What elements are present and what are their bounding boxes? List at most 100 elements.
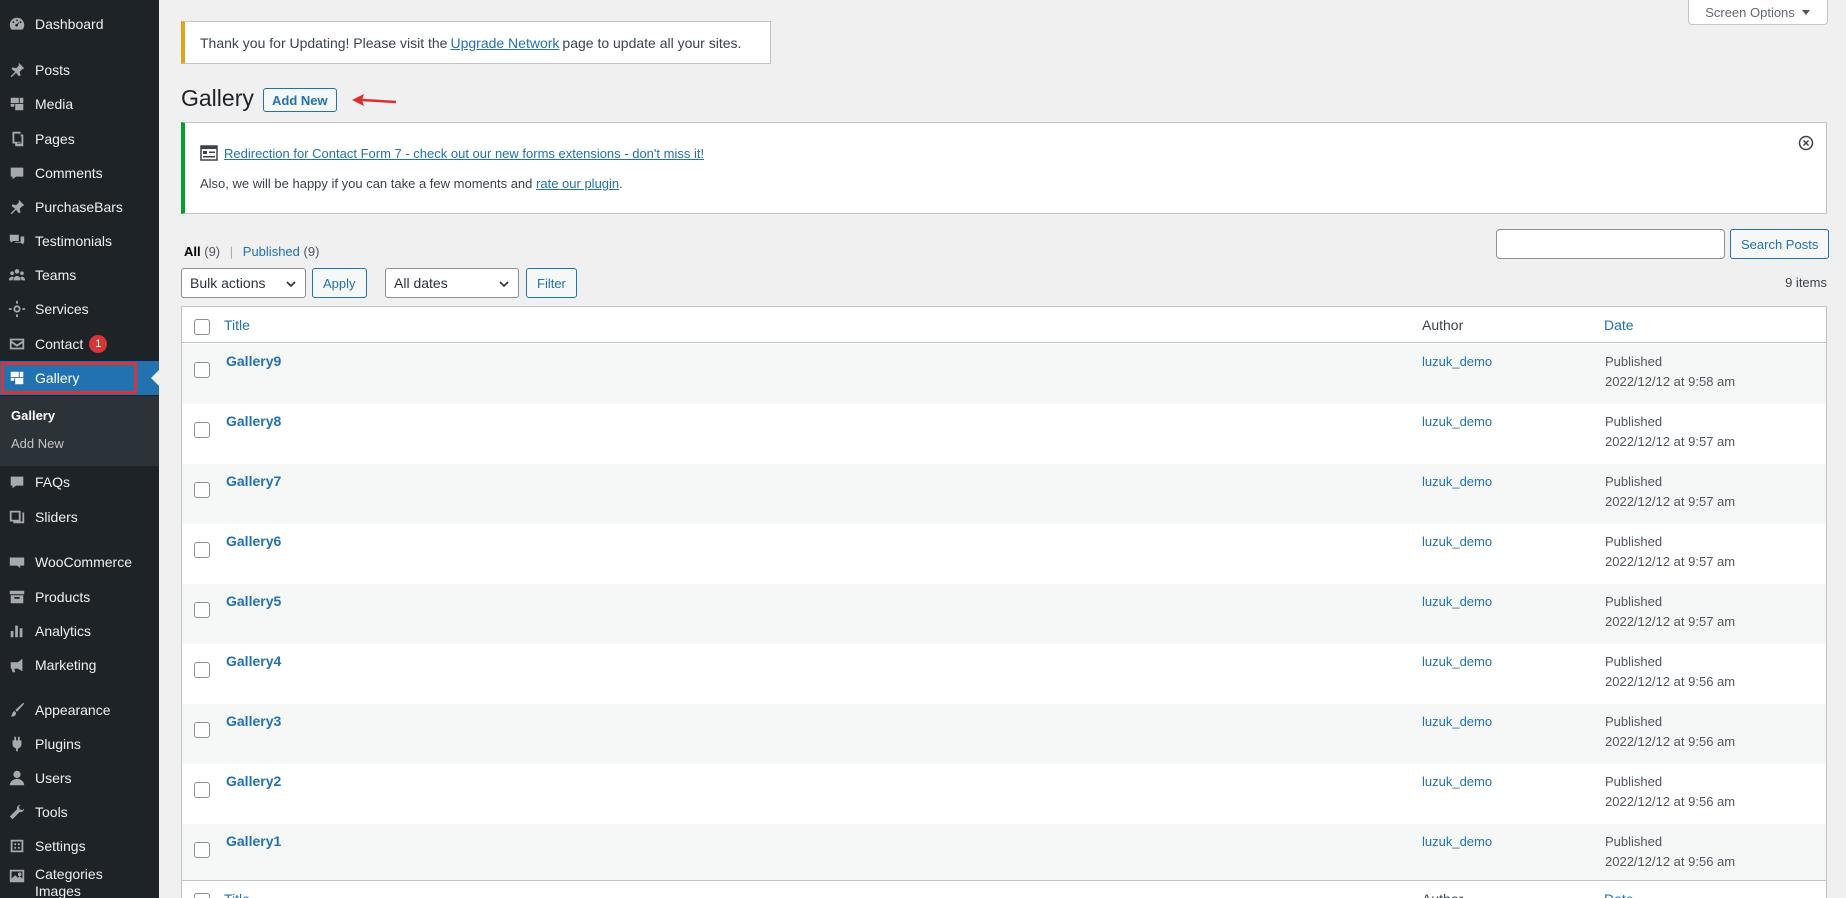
envelope-icon [7, 334, 27, 354]
rate-plugin-link[interactable]: rate our plugin [536, 176, 619, 191]
row-title-link[interactable]: Gallery9 [226, 353, 281, 369]
menu-faqs[interactable]: FAQs [0, 465, 159, 499]
select-all-checkbox[interactable] [194, 319, 210, 335]
row-checkbox[interactable] [194, 422, 210, 438]
row-checkbox[interactable] [194, 842, 210, 858]
row-title-link[interactable]: Gallery5 [226, 593, 281, 609]
row-date: 2022/12/12 at 9:57 am [1605, 494, 1736, 509]
row-status: Published [1605, 774, 1663, 789]
row-checkbox[interactable] [194, 362, 210, 378]
pin-icon [7, 60, 27, 80]
view-published-label: Published [242, 244, 300, 259]
menu-teams[interactable]: Teams [0, 258, 159, 292]
menu-settings[interactable]: Settings [0, 829, 159, 863]
plugin-notice-headline: Redirection for Contact Form 7 - check o… [200, 145, 704, 161]
menu-gallery[interactable]: Gallery [0, 361, 159, 395]
menu-products[interactable]: Products [0, 580, 159, 614]
row-author-link[interactable]: luzuk_demo [1422, 714, 1492, 729]
column-title[interactable]: Title [224, 317, 250, 333]
menu-users[interactable]: Users [0, 761, 159, 795]
apply-button[interactable]: Apply [312, 268, 367, 298]
menu-dashboard[interactable]: Dashboard [0, 7, 159, 41]
close-icon[interactable] [1798, 135, 1814, 151]
menu-analytics[interactable]: Analytics [0, 614, 159, 648]
row-author-link[interactable]: luzuk_demo [1422, 594, 1492, 609]
menu-label: Media [35, 96, 74, 112]
view-all-count: (9) [204, 244, 221, 259]
row-author-link[interactable]: luzuk_demo [1422, 354, 1492, 369]
row-status: Published [1605, 534, 1663, 549]
menu-label: Users [35, 770, 72, 786]
menu-comments[interactable]: Comments [0, 156, 159, 190]
view-all-link[interactable]: All [184, 244, 201, 259]
row-author-link[interactable]: luzuk_demo [1422, 474, 1492, 489]
row-checkbox[interactable] [194, 602, 210, 618]
menu-media[interactable]: Media [0, 87, 159, 121]
dates-select[interactable]: All dates [385, 268, 519, 298]
row-author-link[interactable]: luzuk_demo [1422, 414, 1492, 429]
settings-icon [7, 836, 27, 856]
bulk-actions-select[interactable]: Bulk actions [181, 268, 306, 298]
row-checkbox[interactable] [194, 782, 210, 798]
row-title-link[interactable]: Gallery6 [226, 533, 281, 549]
menu-plugins[interactable]: Plugins [0, 727, 159, 761]
row-title-link[interactable]: Gallery4 [226, 653, 281, 669]
upgrade-network-link[interactable]: Upgrade Network [450, 35, 559, 51]
row-checkbox[interactable] [194, 722, 210, 738]
row-author-link[interactable]: luzuk_demo [1422, 654, 1492, 669]
menu-categories-images[interactable]: Categories Images [0, 866, 159, 898]
add-new-button[interactable]: Add New [263, 88, 337, 112]
row-author-link[interactable]: luzuk_demo [1422, 834, 1492, 849]
menu-pages[interactable]: Pages [0, 122, 159, 156]
row-checkbox[interactable] [194, 542, 210, 558]
menu-woocommerce[interactable]: WooCommerce [0, 545, 159, 579]
menu-label: Settings [35, 838, 86, 854]
row-title-link[interactable]: Gallery3 [226, 713, 281, 729]
table-row: Gallery2 luzuk_demo Published 2022/12/12… [182, 764, 1826, 824]
table-row: Gallery5 luzuk_demo Published 2022/12/12… [182, 584, 1826, 644]
row-date: 2022/12/12 at 9:57 am [1605, 614, 1736, 629]
row-checkbox[interactable] [194, 482, 210, 498]
submenu-gallery[interactable]: Gallery [11, 408, 55, 423]
row-date: 2022/12/12 at 9:56 am [1605, 794, 1736, 809]
menu-testimonials[interactable]: Testimonials [0, 224, 159, 258]
menu-label: PurchaseBars [35, 199, 123, 215]
row-date: 2022/12/12 at 9:56 am [1605, 854, 1736, 869]
menu-contact[interactable]: Contact 1 [0, 327, 159, 361]
gallery-icon [7, 368, 27, 388]
column-title-footer[interactable]: Title [224, 891, 250, 898]
menu-tools[interactable]: Tools [0, 795, 159, 829]
menu-label: Appearance [35, 702, 111, 718]
view-published-link[interactable]: Published [243, 244, 300, 259]
screen-options-button[interactable]: Screen Options [1688, 0, 1828, 25]
testimonial-icon [7, 231, 27, 251]
submenu-add-new[interactable]: Add New [11, 436, 64, 451]
plugin-notice-period: . [619, 176, 623, 191]
column-date-footer[interactable]: Date [1604, 891, 1634, 898]
select-all-checkbox-footer[interactable] [194, 893, 210, 898]
row-checkbox[interactable] [194, 662, 210, 678]
chevron-down-icon [286, 281, 296, 288]
view-all-label: All [184, 244, 201, 259]
menu-posts[interactable]: Posts [0, 53, 159, 87]
menu-label: Testimonials [35, 233, 113, 249]
filter-button[interactable]: Filter [526, 268, 577, 298]
search-posts-button[interactable]: Search Posts [1730, 229, 1830, 259]
row-author-link[interactable]: luzuk_demo [1422, 774, 1492, 789]
menu-purchasebars[interactable]: PurchaseBars [0, 190, 159, 224]
chevron-down-icon [499, 281, 509, 288]
image-icon [7, 866, 27, 886]
row-title-link[interactable]: Gallery1 [226, 833, 281, 849]
redirection-cf7-link[interactable]: Redirection for Contact Form 7 - check o… [224, 146, 704, 161]
row-title-link[interactable]: Gallery7 [226, 473, 281, 489]
column-date[interactable]: Date [1604, 317, 1634, 333]
menu-marketing[interactable]: Marketing [0, 648, 159, 682]
menu-sliders[interactable]: Sliders [0, 500, 159, 534]
menu-services[interactable]: Services [0, 292, 159, 326]
row-title-link[interactable]: Gallery2 [226, 773, 281, 789]
row-author-link[interactable]: luzuk_demo [1422, 534, 1492, 549]
menu-appearance[interactable]: Appearance [0, 693, 159, 727]
slider-icon [7, 507, 27, 527]
search-input[interactable] [1496, 229, 1725, 259]
row-title-link[interactable]: Gallery8 [226, 413, 281, 429]
